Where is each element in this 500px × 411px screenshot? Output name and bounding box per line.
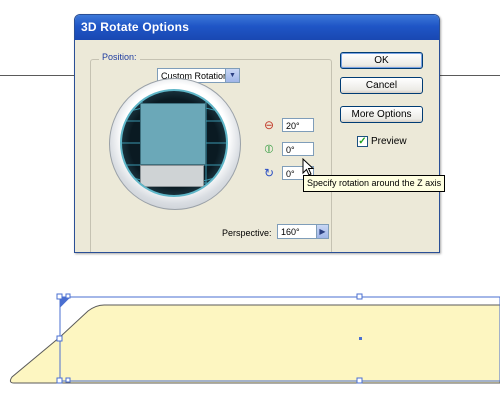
position-group: Custom Rotation ▼ ⊖ 20° ⦶ 0° ↻ 0° Perspe… — [90, 59, 332, 252]
ok-button[interactable]: OK — [340, 52, 423, 69]
artboard-shape — [9, 293, 500, 384]
track-ball-sphere[interactable] — [120, 89, 228, 197]
z-axis-rotate-icon: ↻ — [263, 166, 275, 180]
cube-front-face — [140, 103, 206, 165]
arrow-right-icon[interactable]: ▶ — [316, 224, 329, 239]
rotation-cube-track-ball[interactable] — [109, 78, 241, 210]
yellow-extruded-shape[interactable] — [9, 304, 500, 384]
artboard-line-right — [438, 75, 500, 76]
perspective-label: Perspective: — [222, 228, 272, 238]
dialog-body: Custom Rotation ▼ ⊖ 20° ⦶ 0° ↻ 0° Perspe… — [75, 40, 439, 252]
artboard-line-left — [0, 75, 74, 76]
preview-checkbox[interactable]: ✓ — [357, 136, 368, 147]
y-rotation-input[interactable]: 0° — [282, 142, 314, 156]
cube-bottom-face — [140, 165, 204, 187]
z-axis-tooltip: Specify rotation around the Z axis — [303, 175, 446, 192]
chevron-down-icon[interactable]: ▼ — [225, 68, 240, 83]
more-options-button[interactable]: More Options — [340, 106, 423, 123]
y-axis-rotate-icon: ⦶ — [264, 142, 274, 156]
cancel-button[interactable]: Cancel — [340, 77, 423, 94]
preview-label: Preview — [371, 136, 407, 147]
x-axis-rotate-icon: ⊖ — [263, 118, 275, 132]
center-point — [359, 337, 362, 340]
3d-rotate-options-dialog: 3D Rotate Options Custom Rotation ▼ ⊖ 20… — [74, 14, 440, 253]
position-label: Position: — [99, 52, 140, 62]
perspective-input[interactable]: 160° — [277, 224, 317, 239]
dialog-title[interactable]: 3D Rotate Options — [75, 15, 439, 40]
preview-checkbox-row[interactable]: ✓ Preview — [357, 136, 407, 147]
x-rotation-input[interactable]: 20° — [282, 118, 314, 132]
